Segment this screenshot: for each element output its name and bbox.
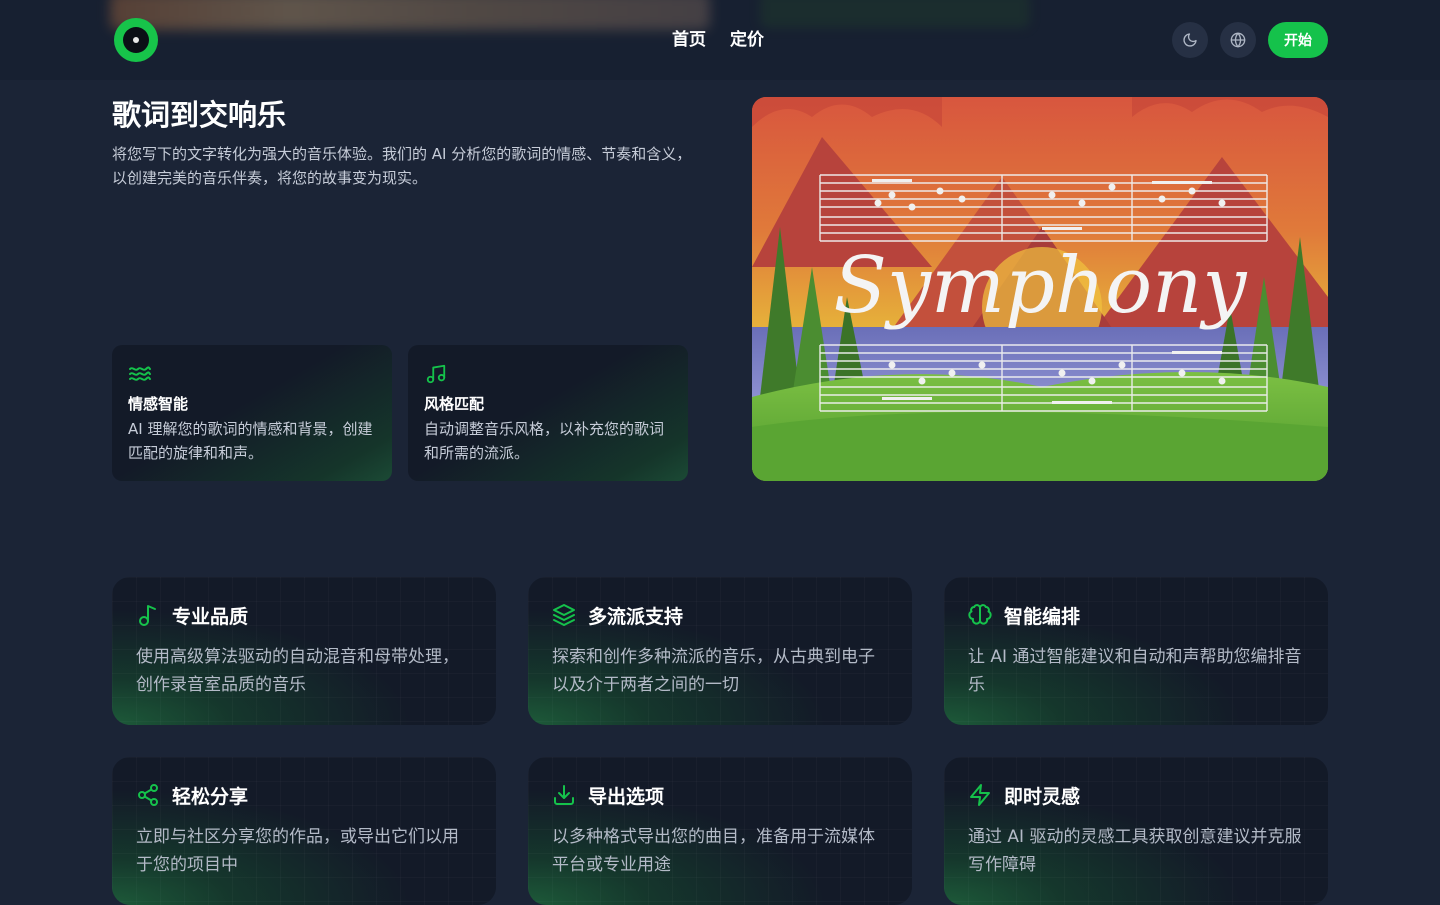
background-blur xyxy=(110,0,710,30)
feature-title: 专业品质 xyxy=(172,605,249,628)
card-text: 自动调整音乐风格，以补充您的歌词和所需的流派。 xyxy=(424,420,665,462)
download-icon xyxy=(554,785,574,805)
feature-card: 专业品质 使用高级算法驱动的自动混音和母带处理，创作录音室品质的音乐 xyxy=(112,577,496,725)
hero-feature-card: 风格匹配 自动调整音乐风格，以补充您的歌词和所需的流派。 xyxy=(408,345,688,481)
card-text: AI 理解您的歌词的情感和背景，创建匹配的旋律和和声。 xyxy=(128,420,373,462)
feature-text: 使用高级算法驱动的自动混音和母带处理，创作录音室品质的音乐 xyxy=(136,647,459,695)
feature-title: 即时灵感 xyxy=(1004,785,1081,808)
zap-icon xyxy=(970,784,990,806)
feature-title: 多流派支持 xyxy=(588,605,684,628)
hero-artwork: Symphony xyxy=(752,97,1328,481)
vinyl-icon xyxy=(123,27,149,53)
hero-description: 将您写下的文字转化为强大的音乐体验。我们的 AI 分析您的歌词的情感、节奏和含义… xyxy=(112,145,692,187)
music-notes-icon xyxy=(426,364,446,384)
feature-text: 探索和创作多种流派的音乐，从古典到电子以及介于两者之间的一切 xyxy=(552,647,875,695)
background-blur xyxy=(760,0,1030,28)
layers-icon xyxy=(553,604,575,626)
feature-card: 即时灵感 通过 AI 驱动的灵感工具获取创意建议并克服写作障碍 xyxy=(944,757,1328,905)
feature-title: 导出选项 xyxy=(588,785,665,808)
feature-text: 以多种格式导出您的曲目，准备用于流媒体平台或专业用途 xyxy=(552,827,875,875)
feature-text: 让 AI 通过智能建议和自动和声帮助您编排音乐 xyxy=(968,647,1302,695)
music-note-icon xyxy=(139,605,156,626)
hero-feature-card: 情感智能 AI 理解您的歌词的情感和背景，创建匹配的旋律和和声。 xyxy=(112,345,392,481)
logo[interactable] xyxy=(114,18,158,62)
brain-icon xyxy=(968,604,992,625)
start-button[interactable]: 开始 xyxy=(1268,22,1328,58)
feature-card: 多流派支持 探索和创作多种流派的音乐，从古典到电子以及介于两者之间的一切 xyxy=(528,577,912,725)
theme-toggle-button[interactable] xyxy=(1172,22,1208,58)
card-title: 风格匹配 xyxy=(424,395,485,413)
feature-title: 智能编排 xyxy=(1004,605,1081,628)
card-title: 情感智能 xyxy=(128,395,189,413)
nav-pricing-link[interactable]: 定价 xyxy=(730,28,764,52)
artwork-title: Symphony xyxy=(834,241,1248,331)
feature-card: 导出选项 以多种格式导出您的曲目，准备用于流媒体平台或专业用途 xyxy=(528,757,912,905)
main-nav: 首页 定价 xyxy=(672,28,764,52)
globe-icon xyxy=(1230,32,1246,48)
share-icon xyxy=(138,784,158,806)
waves-icon xyxy=(129,366,151,381)
moon-icon xyxy=(1183,33,1197,47)
feature-card: 轻松分享 立即与社区分享您的作品，或导出它们以用于您的项目中 xyxy=(112,757,496,905)
hero-title: 歌词到交响乐 xyxy=(112,98,287,132)
feature-text: 立即与社区分享您的作品，或导出它们以用于您的项目中 xyxy=(136,827,459,875)
language-button[interactable] xyxy=(1220,22,1256,58)
feature-card: 智能编排 让 AI 通过智能建议和自动和声帮助您编排音乐 xyxy=(944,577,1328,725)
feature-text: 通过 AI 驱动的灵感工具获取创意建议并克服写作障碍 xyxy=(968,827,1302,875)
feature-title: 轻松分享 xyxy=(172,785,249,808)
nav-home-link[interactable]: 首页 xyxy=(672,28,706,52)
